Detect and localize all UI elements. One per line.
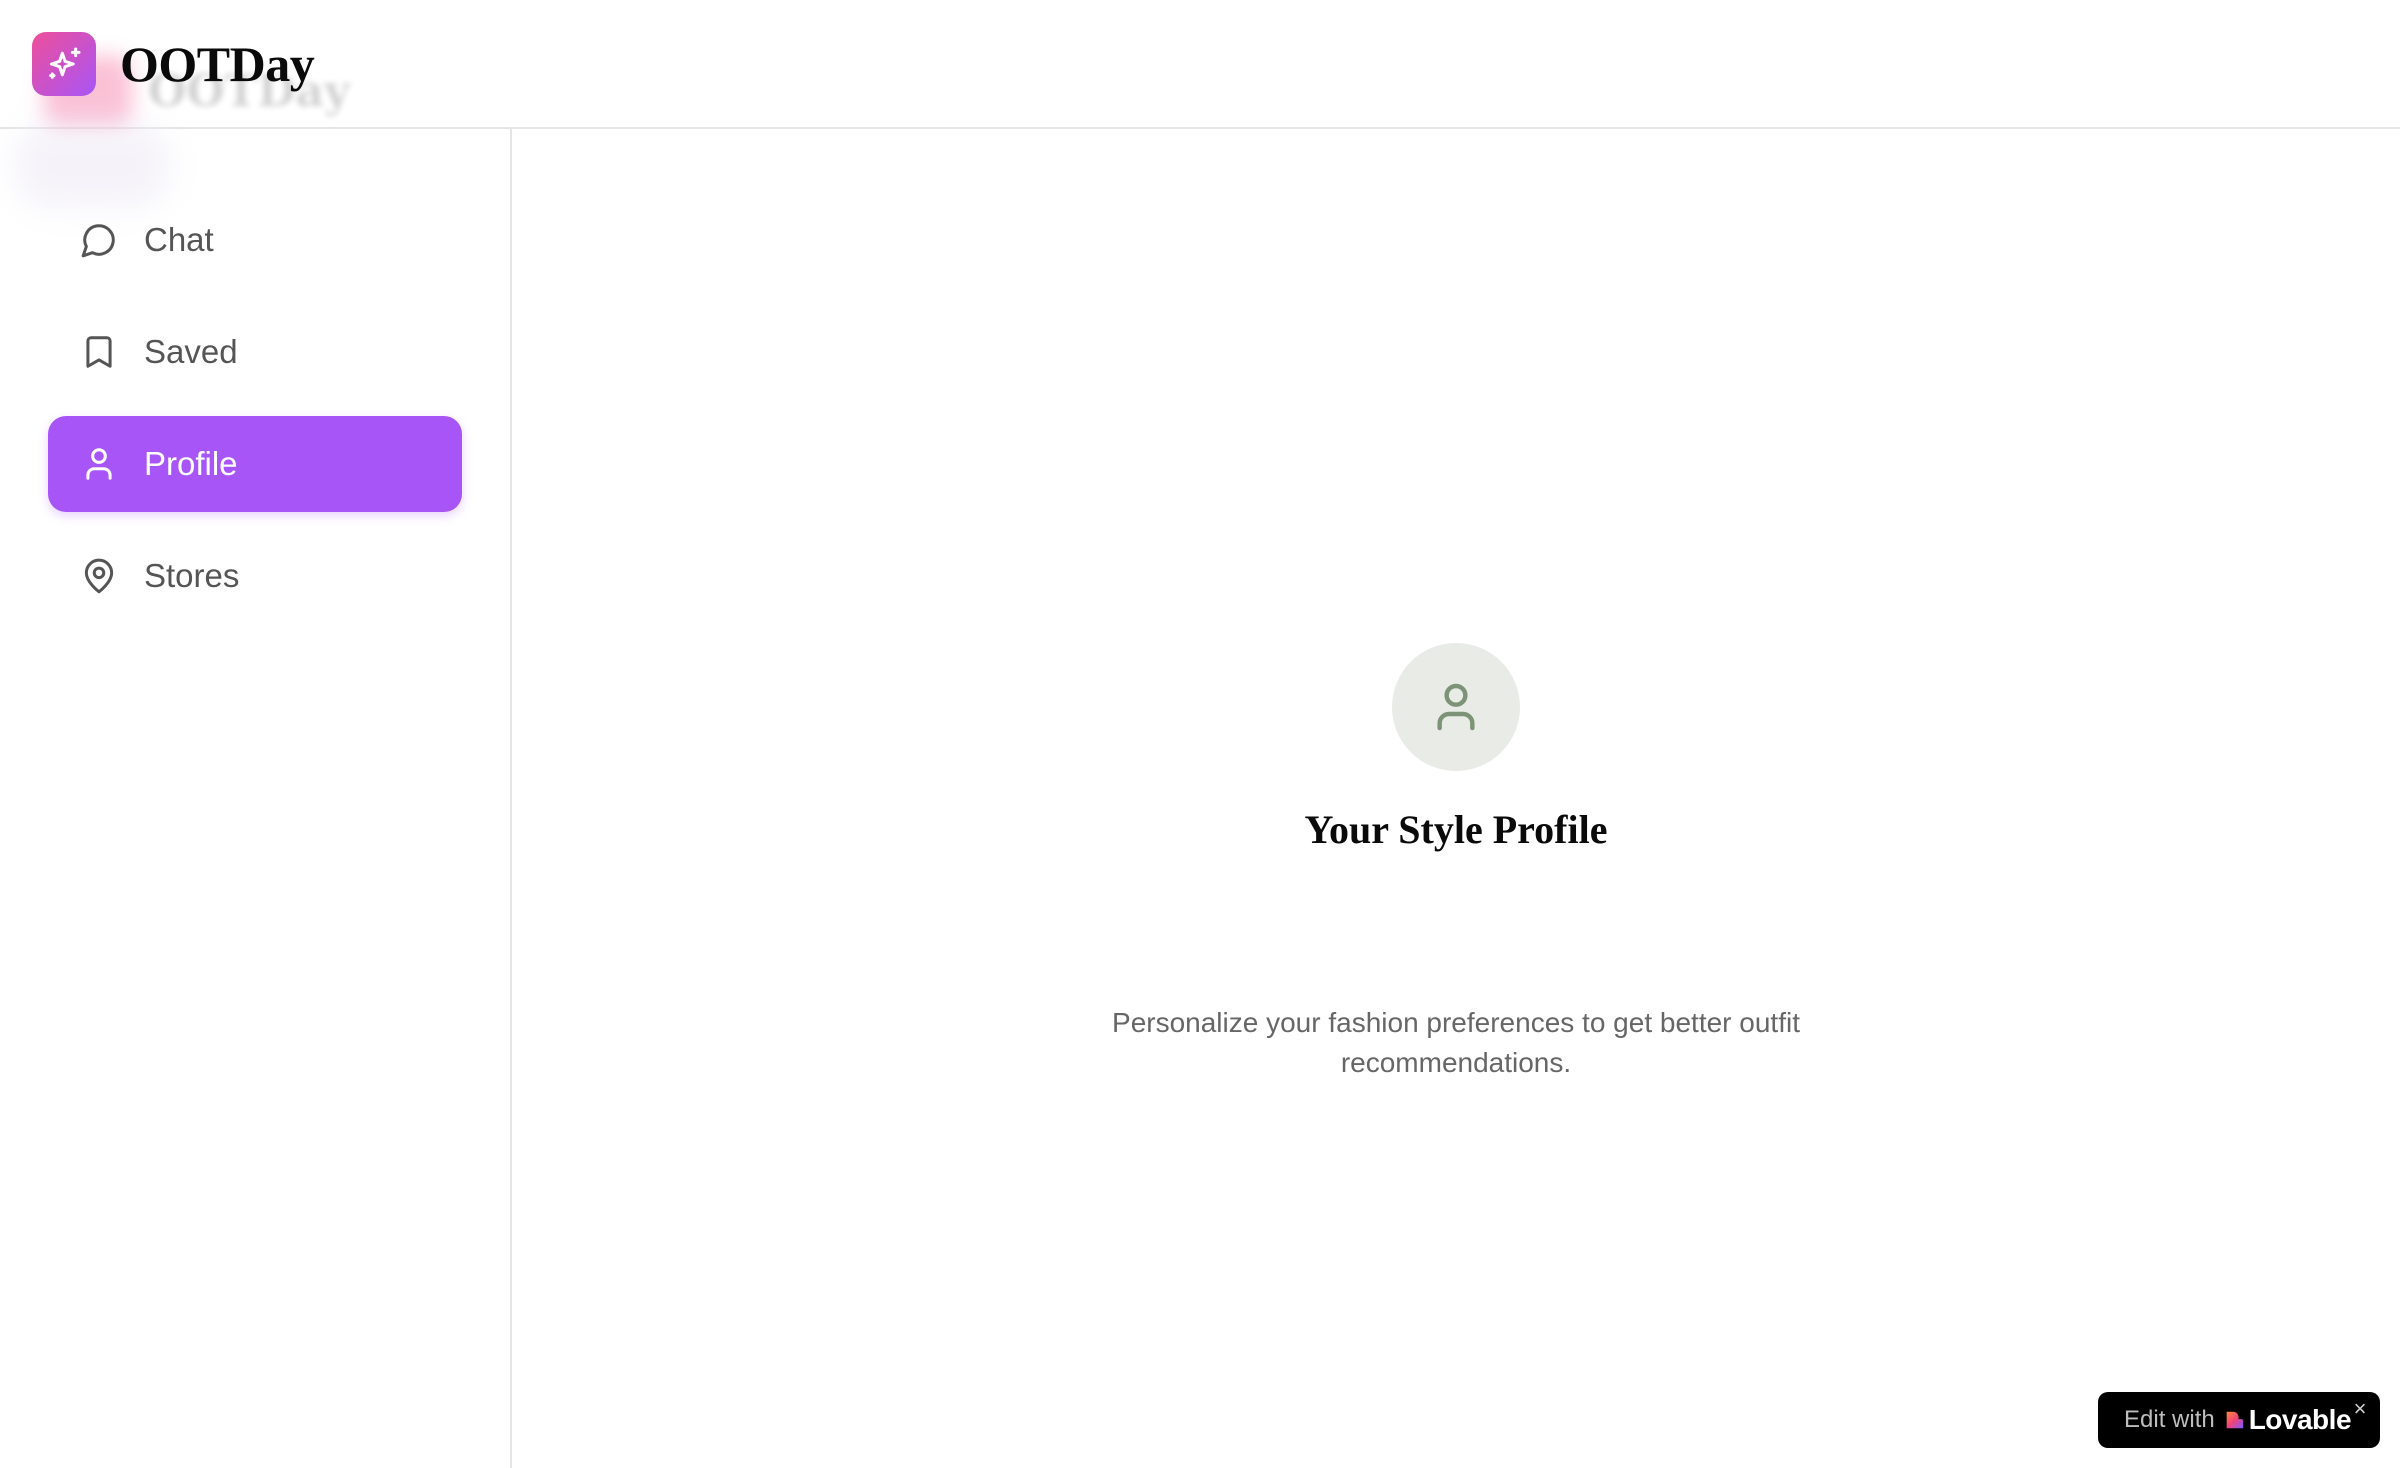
close-icon[interactable]: × [2350,1398,2370,1420]
sidebar: Chat Saved Profile Stores [0,129,512,1468]
lovable-heart-icon [2226,1411,2243,1429]
sidebar-item-label: Stores [144,557,240,594]
app-root: OOTDay OOTDay Chat Saved Profile Stores … [0,0,2400,1468]
badge-prefix: Edit with [2124,1406,2215,1433]
sparkles-icon [49,47,81,79]
page-title: Your Style Profile [1304,807,1608,852]
sidebar-item-saved[interactable]: Saved [48,304,462,400]
profile-avatar [1392,643,1520,771]
user-icon [1437,683,1475,731]
user-icon [80,445,118,483]
sidebar-item-stores[interactable]: Stores [48,528,462,624]
sidebar-item-profile[interactable]: Profile [48,416,462,512]
bookmark-icon [80,333,118,371]
sidebar-item-label: Chat [144,221,214,258]
app-logo[interactable] [32,32,96,96]
sidebar-item-chat[interactable]: Chat [48,192,462,288]
app-title[interactable]: OOTDay [120,34,315,94]
main-content: Your Style Profile Personalize your fash… [512,129,2400,1468]
badge-brand: Lovable [2248,1404,2352,1435]
page-description: Personalize your fashion preferences to … [1112,1007,1800,1078]
sidebar-item-label: Profile [144,445,238,482]
edit-with-lovable-badge[interactable]: Edit with Lovable × [2098,1392,2380,1448]
sidebar-item-label: Saved [144,333,238,370]
message-circle-icon [80,221,118,259]
top-header: OOTDay OOTDay [0,0,2400,210]
map-pin-icon [80,557,118,595]
